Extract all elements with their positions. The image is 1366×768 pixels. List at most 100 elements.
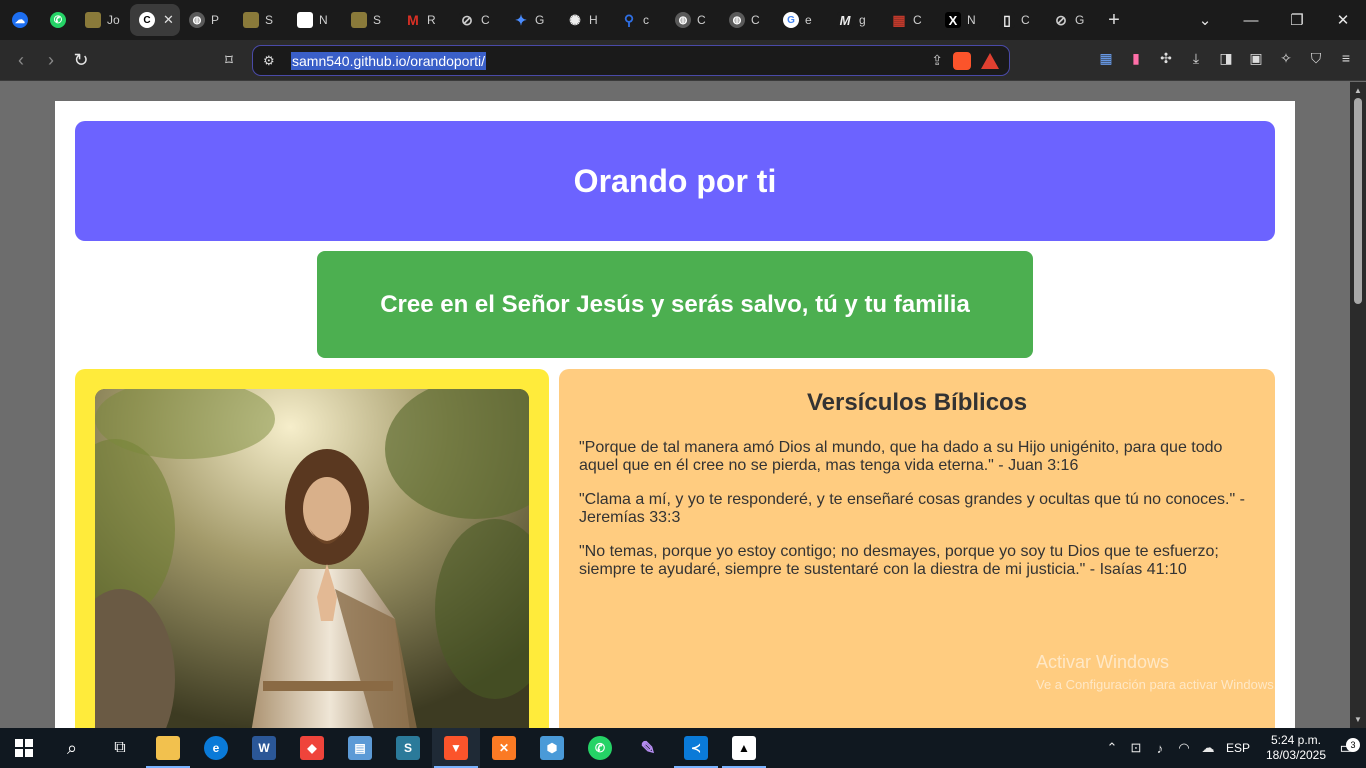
verse-text: "No temas, porque yo estoy contigo; no d… [579,543,1219,578]
puzzle-icon[interactable]: ✣ [1156,48,1176,68]
language-indicator[interactable]: ESP [1220,741,1256,755]
brave-icon: ▼ [444,736,468,760]
new-tab-button[interactable]: + [1098,4,1130,36]
tab[interactable]: MR [396,4,450,36]
verses-title: Versículos Bíblicos [806,389,1028,416]
chatgpt-icon: C [139,12,155,28]
tab[interactable]: ⚲ c [612,4,666,36]
jesus-praying-illustration [95,389,529,728]
extension-icon[interactable]: ▦ [1096,48,1116,68]
taskbar-whatsapp[interactable]: ✆ [576,728,624,768]
close-window-button[interactable]: ✕ [1320,0,1366,40]
whatsapp-icon: ✆ [50,12,66,28]
image-viewer-icon: ▲ [732,736,756,760]
avatar-icon [351,12,367,28]
bookmark-icon[interactable]: ⌑ [214,45,244,75]
image-card [75,369,549,728]
taskbar-file-explorer[interactable] [144,728,192,768]
forward-button[interactable]: › [36,45,66,75]
clock-time: 5:24 p.m. [1270,733,1322,747]
anydesk-icon: ◆ [300,736,324,760]
reload-button[interactable]: ↻ [66,45,96,75]
cloud-icon[interactable]: ☁ [1196,740,1220,756]
tab[interactable]: ⊘ G [1044,4,1098,36]
taskbar-xampp[interactable]: ✕ [480,728,528,768]
task-view-button[interactable]: ⧉ [96,728,144,768]
tab[interactable]: ▯ C [990,4,1044,36]
network-icon[interactable]: ⊡ [1124,740,1148,756]
close-icon[interactable]: ✕ [163,12,174,28]
scroll-up-icon[interactable]: ▲ [1354,86,1362,95]
tab[interactable]: ◍ C [666,4,720,36]
verse-text: "Porque de tal manera amó Dios al mundo,… [579,439,1223,474]
tab[interactable]: Jo [76,4,130,36]
taskbar-image-viewer[interactable]: ▲ [720,728,768,768]
sidebar-icon[interactable]: ◨ [1216,48,1236,68]
scrollbar-thumb[interactable] [1354,98,1362,304]
taskbar-photos[interactable]: ▤ [336,728,384,768]
menu-icon[interactable]: ≡ [1336,48,1356,68]
back-button[interactable]: ‹ [6,45,36,75]
tab[interactable]: N [288,4,342,36]
tab[interactable]: ◍ P [180,4,234,36]
taskbar-anydesk[interactable]: ◆ [288,728,336,768]
taskbar-vscode[interactable]: ≺ [672,728,720,768]
taskbar-feather-app[interactable]: ✎ [624,728,672,768]
tab[interactable]: S [234,4,288,36]
tab[interactable]: ▦ C [882,4,936,36]
tab[interactable]: ◍ C [720,4,774,36]
tab[interactable]: ✺ H [558,4,612,36]
taskbar-sublime[interactable]: S [384,728,432,768]
minimize-button[interactable]: — [1228,0,1274,40]
edge-icon: e [204,736,228,760]
brave-rewards-icon[interactable] [981,52,999,69]
globe-icon: ◍ [675,12,691,28]
volume-icon[interactable]: ♪ [1148,741,1172,756]
search-button[interactable]: ⌕ [48,728,96,768]
browser-tab-strip: ☁ ✆ Jo C ✕ ◍ P S N S MR ⊘ C ✦ G ✺ H ⚲ c ◍ C ◍ C … [0,0,1366,40]
copilot-icon: ⊘ [459,12,475,28]
tab-search-chevron-icon[interactable]: ⌄ [1182,0,1228,40]
maximize-button[interactable]: ❐ [1274,0,1320,40]
show-hidden-icons-chevron-icon[interactable]: ⌃ [1100,740,1124,756]
taskbar-word[interactable]: W [240,728,288,768]
clock[interactable]: 5:24 p.m. 18/03/2025 [1264,733,1328,763]
tab-active[interactable]: C ✕ [130,4,180,36]
wifi-icon[interactable]: ◠ [1172,740,1196,756]
share-icon[interactable]: ⇪ [931,52,943,69]
tab[interactable]: Mg [828,4,882,36]
brave-shields-icon[interactable] [953,51,971,70]
scroll-down-icon[interactable]: ▼ [1354,715,1362,724]
taskbar-app[interactable]: ⬢ [528,728,576,768]
extensions-area: ▦ ▮ ✣ ⤓ ◨ ▣ ✧ ⛉ ≡ [1096,48,1356,68]
web-page: Orando por ti Cree en el Señor Jesús y s… [55,101,1295,728]
pinned-tab-whatsapp[interactable]: ✆ [40,4,76,36]
address-bar[interactable]: ⚙ samn540.github.io/orandoporti/ ⇪ [252,45,1010,76]
notification-center-button[interactable]: ▭ 3 [1328,738,1366,758]
site-settings-icon[interactable]: ⚙ [263,53,275,69]
vertical-scrollbar[interactable]: ▲ ▼ [1350,82,1366,728]
start-button[interactable] [0,728,48,768]
jesus-praying-image [95,389,529,728]
extension-icon[interactable]: ▮ [1126,48,1146,68]
taskbar-brave[interactable]: ▼ [432,728,480,768]
clock-date: 18/03/2025 [1265,748,1327,762]
windows-activation-watermark: Activar Windows Ve a Configuración para … [1036,652,1277,692]
feather-icon: ✎ [636,736,660,760]
download-icon[interactable]: ⤓ [1186,48,1206,68]
leo-ai-icon[interactable]: ✧ [1276,48,1296,68]
tab[interactable]: ✦ G [504,4,558,36]
url-text[interactable]: samn540.github.io/orandoporti/ [291,51,487,70]
whatsapp-icon: ✆ [588,736,612,760]
vpn-icon[interactable]: ⛉ [1306,48,1326,68]
terminal-icon: S [396,736,420,760]
pinned-tab-cloud[interactable]: ☁ [2,4,38,36]
page-header: Orando por ti [75,121,1275,241]
tab[interactable]: ⊘ C [450,4,504,36]
tab[interactable]: XN [936,4,990,36]
windows-logo-icon [15,739,33,757]
taskbar-edge[interactable]: e [192,728,240,768]
tab[interactable]: Ge [774,4,828,36]
tab[interactable]: S [342,4,396,36]
wallet-icon[interactable]: ▣ [1246,48,1266,68]
